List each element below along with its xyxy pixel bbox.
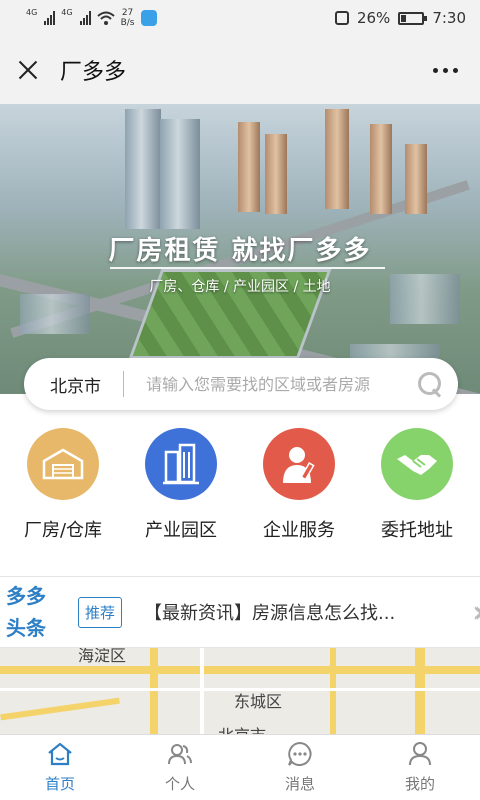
bottom-nav: 首页 个人 消息 我的 [0, 734, 480, 800]
chat-icon [287, 741, 313, 767]
title-bar: 厂多多 [0, 36, 480, 104]
status-bar: 4G 4G 27 B/s 26% 7:30 [0, 0, 480, 36]
warehouse-icon [42, 448, 84, 480]
close-icon[interactable] [18, 60, 38, 80]
category-icon-bg [381, 428, 453, 500]
hero-building [160, 119, 200, 229]
nav-label: 我的 [404, 775, 435, 793]
network-speed: 27 B/s [121, 8, 135, 28]
hero-building [325, 109, 349, 209]
hero-banner[interactable]: 厂房租赁 就找厂多多 厂房、仓库 / 产业园区 / 土地 [0, 104, 480, 394]
category-label: 产业园区 [145, 520, 217, 541]
battery-percent: 26% [356, 9, 391, 27]
service-person-icon [283, 447, 315, 483]
category-label: 企业服务 [263, 520, 335, 541]
status-left: 4G 4G 27 B/s [26, 8, 157, 28]
search-icon[interactable] [416, 370, 444, 398]
map-road [150, 648, 158, 734]
map-road [415, 648, 425, 734]
search-input[interactable] [146, 374, 408, 394]
nfc-icon [334, 11, 349, 25]
city-selector[interactable]: 北京市 [50, 372, 101, 397]
category-factory-warehouse[interactable]: 厂房/仓库 [4, 428, 122, 568]
network-type-label: 4G [61, 7, 73, 17]
handshake-icon [397, 455, 437, 475]
hero-title: 厂房租赁 就找厂多多 [108, 236, 372, 266]
nav-home[interactable]: 首页 [0, 735, 120, 800]
news-brand: 多多 头条 [6, 580, 66, 644]
news-headline[interactable]: 【最新资讯】房源信息怎么找... [144, 599, 472, 625]
battery-icon [398, 11, 428, 25]
nav-label: 首页 [44, 775, 75, 793]
news-tag-badge: 推荐 [78, 596, 123, 628]
hero-building [20, 294, 90, 334]
people-icon [167, 741, 193, 767]
signal-icon [44, 11, 56, 25]
category-grid: 厂房/仓库 产业园区 企业服务 委托地址 [0, 428, 480, 568]
map-road [0, 666, 480, 674]
building-icon [163, 443, 199, 485]
hero-building [370, 124, 392, 214]
signal-icon [79, 11, 91, 25]
network-speed-unit: B/s [120, 18, 135, 28]
news-ticker[interactable]: 多多 头条 推荐 【最新资讯】房源信息怎么找... ›› [0, 576, 480, 648]
category-entrust-address[interactable]: 委托地址 [358, 428, 476, 568]
hero-subtitle: 厂房、仓库 / 产业园区 / 土地 [149, 279, 331, 295]
category-label: 厂房/仓库 [23, 520, 103, 541]
nav-personal[interactable]: 个人 [120, 735, 240, 800]
page-title: 厂多多 [60, 60, 127, 85]
hero-divider [110, 267, 385, 269]
map-road [200, 648, 204, 734]
category-icon-bg [263, 428, 335, 500]
map-road [330, 648, 336, 734]
map-road [0, 697, 120, 721]
news-brand-line1: 多多 [6, 584, 46, 608]
hero-building [238, 122, 260, 212]
app-notification-icon [140, 10, 157, 26]
double-chevron-right-icon[interactable]: ›› [472, 595, 480, 630]
category-enterprise-service[interactable]: 企业服务 [240, 428, 358, 568]
map-label-haidian: 海淀区 [78, 648, 127, 665]
news-brand-line2: 头条 [6, 616, 46, 640]
clock: 7:30 [432, 9, 466, 27]
network-type-label: 4G [26, 7, 38, 17]
user-icon [407, 741, 433, 767]
hero-building [125, 109, 161, 229]
category-label: 委托地址 [381, 520, 453, 541]
map-view[interactable]: 海淀区 东城区 北京市 [0, 648, 480, 734]
wifi-icon [96, 11, 115, 25]
network-speed-value: 27 [121, 8, 134, 18]
map-label-beijing: 北京市 [218, 722, 266, 734]
battery-fill [401, 14, 407, 22]
nav-label: 个人 [164, 775, 195, 793]
nav-mine[interactable]: 我的 [360, 735, 480, 800]
category-icon-bg [27, 428, 99, 500]
more-options-icon[interactable] [433, 67, 458, 73]
search-bar: 北京市 [24, 358, 458, 410]
category-industrial-park[interactable]: 产业园区 [122, 428, 240, 568]
map-label-dongcheng: 东城区 [234, 692, 283, 711]
status-right: 26% 7:30 [334, 9, 466, 27]
search-divider [123, 371, 124, 397]
hero-building [265, 134, 287, 214]
hero-building [405, 144, 427, 214]
home-icon [47, 741, 73, 767]
category-icon-bg [145, 428, 217, 500]
nav-messages[interactable]: 消息 [240, 735, 360, 800]
nav-label: 消息 [284, 775, 315, 793]
